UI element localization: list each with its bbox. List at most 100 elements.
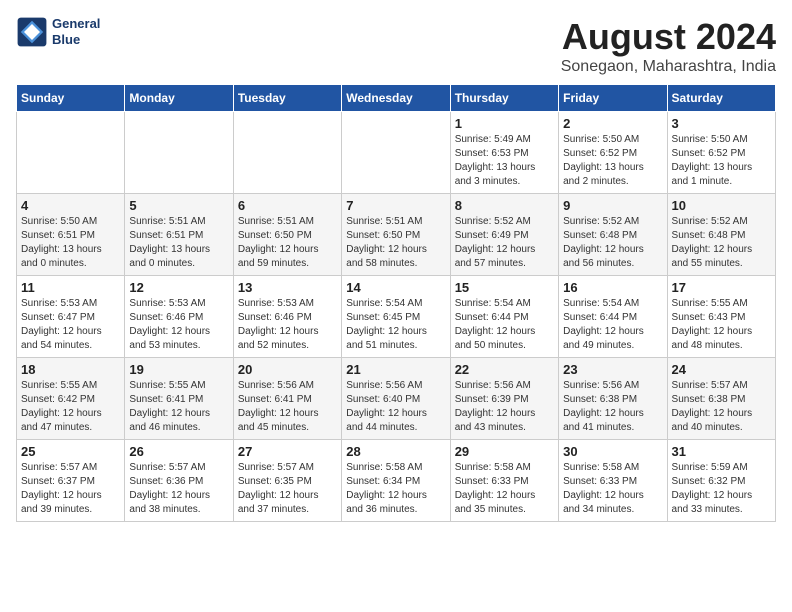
calendar-cell: 26 Sunrise: 5:57 AM Sunset: 6:36 PM Dayli… [125, 440, 233, 522]
calendar-cell: 8 Sunrise: 5:52 AM Sunset: 6:49 PM Daylig… [450, 194, 558, 276]
weekday-header-sunday: Sunday [17, 85, 125, 112]
day-number: 18 [21, 362, 120, 377]
calendar-cell: 10 Sunrise: 5:52 AM Sunset: 6:48 PM Dayli… [667, 194, 775, 276]
day-detail: Sunrise: 5:57 AM Sunset: 6:37 PM Dayligh… [21, 461, 120, 517]
calendar-cell [17, 112, 125, 194]
day-number: 8 [455, 198, 554, 213]
day-detail: Sunrise: 5:54 AM Sunset: 6:44 PM Dayligh… [455, 297, 554, 353]
calendar-cell: 5Sunrise: 5:51 AM Sunset: 6:51 PM Daylig… [125, 194, 233, 276]
day-detail: Sunrise: 5:53 AM Sunset: 6:46 PM Dayligh… [238, 297, 337, 353]
day-detail: Sunrise: 5:51 AM Sunset: 6:50 PM Dayligh… [238, 215, 337, 271]
day-detail: Sunrise: 5:57 AM Sunset: 6:36 PM Dayligh… [129, 461, 228, 517]
calendar-cell: 28 Sunrise: 5:58 AM Sunset: 6:34 PM Dayli… [342, 440, 450, 522]
day-detail: Sunrise: 5:52 AM Sunset: 6:49 PM Dayligh… [455, 215, 554, 271]
calendar-cell: 25 Sunrise: 5:57 AM Sunset: 6:37 PM Dayli… [17, 440, 125, 522]
calendar-cell: 30 Sunrise: 5:58 AM Sunset: 6:33 PM Dayli… [559, 440, 667, 522]
day-number: 12 [129, 280, 228, 295]
calendar-cell: 18 Sunrise: 5:55 AM Sunset: 6:42 PM Dayli… [17, 358, 125, 440]
day-number: 27 [238, 444, 337, 459]
calendar-cell: 7 Sunrise: 5:51 AM Sunset: 6:50 PM Daylig… [342, 194, 450, 276]
weekday-header-wednesday: Wednesday [342, 85, 450, 112]
day-number: 6 [238, 198, 337, 213]
subtitle: Sonegaon, Maharashtra, India [561, 58, 776, 76]
page-header: General Blue August 2024 Sonegaon, Mahar… [16, 16, 776, 76]
day-detail: Sunrise: 5:57 AM Sunset: 6:38 PM Dayligh… [672, 379, 771, 435]
day-detail: Sunrise: 5:50 AM Sunset: 6:52 PM Dayligh… [563, 133, 662, 189]
day-number: 24 [672, 362, 771, 377]
day-detail: Sunrise: 5:56 AM Sunset: 6:38 PM Dayligh… [563, 379, 662, 435]
day-detail: Sunrise: 5:50 AM Sunset: 6:51 PM Dayligh… [21, 215, 120, 271]
day-number: 21 [346, 362, 445, 377]
day-number: 20 [238, 362, 337, 377]
title-area: August 2024 Sonegaon, Maharashtra, India [561, 16, 776, 76]
day-number: 1 [455, 116, 554, 131]
calendar-cell: 23Sunrise: 5:56 AM Sunset: 6:38 PM Dayli… [559, 358, 667, 440]
day-number: 2 [563, 116, 662, 131]
calendar-week-2: 4 Sunrise: 5:50 AM Sunset: 6:51 PM Daylig… [17, 194, 776, 276]
day-number: 10 [672, 198, 771, 213]
day-detail: Sunrise: 5:54 AM Sunset: 6:45 PM Dayligh… [346, 297, 445, 353]
logo-icon [16, 16, 48, 48]
day-number: 16 [563, 280, 662, 295]
calendar-cell: 1 Sunrise: 5:49 AM Sunset: 6:53 PM Daylig… [450, 112, 558, 194]
day-detail: Sunrise: 5:54 AM Sunset: 6:44 PM Dayligh… [563, 297, 662, 353]
main-title: August 2024 [561, 16, 776, 58]
weekday-header-monday: Monday [125, 85, 233, 112]
calendar-cell: 24 Sunrise: 5:57 AM Sunset: 6:38 PM Dayli… [667, 358, 775, 440]
day-number: 17 [672, 280, 771, 295]
day-detail: Sunrise: 5:58 AM Sunset: 6:33 PM Dayligh… [563, 461, 662, 517]
calendar-cell [125, 112, 233, 194]
day-number: 3 [672, 116, 771, 131]
calendar-cell: 15 Sunrise: 5:54 AM Sunset: 6:44 PM Dayli… [450, 276, 558, 358]
day-number: 25 [21, 444, 120, 459]
day-detail: Sunrise: 5:53 AM Sunset: 6:46 PM Dayligh… [129, 297, 228, 353]
calendar-cell: 11 Sunrise: 5:53 AM Sunset: 6:47 PM Dayli… [17, 276, 125, 358]
calendar-cell: 29Sunrise: 5:58 AM Sunset: 6:33 PM Dayli… [450, 440, 558, 522]
day-detail: Sunrise: 5:51 AM Sunset: 6:51 PM Dayligh… [129, 215, 228, 271]
calendar-cell: 12 Sunrise: 5:53 AM Sunset: 6:46 PM Dayli… [125, 276, 233, 358]
day-number: 7 [346, 198, 445, 213]
day-detail: Sunrise: 5:50 AM Sunset: 6:52 PM Dayligh… [672, 133, 771, 189]
calendar-body: 1 Sunrise: 5:49 AM Sunset: 6:53 PM Daylig… [17, 112, 776, 522]
day-number: 15 [455, 280, 554, 295]
day-detail: Sunrise: 5:58 AM Sunset: 6:34 PM Dayligh… [346, 461, 445, 517]
day-number: 28 [346, 444, 445, 459]
day-detail: Sunrise: 5:53 AM Sunset: 6:47 PM Dayligh… [21, 297, 120, 353]
calendar-cell: 27Sunrise: 5:57 AM Sunset: 6:35 PM Dayli… [233, 440, 341, 522]
weekday-header-thursday: Thursday [450, 85, 558, 112]
calendar-cell: 16 Sunrise: 5:54 AM Sunset: 6:44 PM Dayli… [559, 276, 667, 358]
weekday-header-saturday: Saturday [667, 85, 775, 112]
calendar-cell: 13 Sunrise: 5:53 AM Sunset: 6:46 PM Dayli… [233, 276, 341, 358]
day-number: 14 [346, 280, 445, 295]
calendar-cell: 6 Sunrise: 5:51 AM Sunset: 6:50 PM Daylig… [233, 194, 341, 276]
calendar-table: SundayMondayTuesdayWednesdayThursdayFrid… [16, 84, 776, 522]
weekday-header-row: SundayMondayTuesdayWednesdayThursdayFrid… [17, 85, 776, 112]
day-number: 30 [563, 444, 662, 459]
day-detail: Sunrise: 5:55 AM Sunset: 6:41 PM Dayligh… [129, 379, 228, 435]
calendar-header: SundayMondayTuesdayWednesdayThursdayFrid… [17, 85, 776, 112]
logo: General Blue [16, 16, 100, 48]
day-detail: Sunrise: 5:56 AM Sunset: 6:41 PM Dayligh… [238, 379, 337, 435]
calendar-cell: 9Sunrise: 5:52 AM Sunset: 6:48 PM Daylig… [559, 194, 667, 276]
calendar-cell: 22Sunrise: 5:56 AM Sunset: 6:39 PM Dayli… [450, 358, 558, 440]
day-detail: Sunrise: 5:55 AM Sunset: 6:42 PM Dayligh… [21, 379, 120, 435]
day-number: 26 [129, 444, 228, 459]
calendar-cell: 21 Sunrise: 5:56 AM Sunset: 6:40 PM Dayli… [342, 358, 450, 440]
day-detail: Sunrise: 5:52 AM Sunset: 6:48 PM Dayligh… [672, 215, 771, 271]
day-detail: Sunrise: 5:56 AM Sunset: 6:40 PM Dayligh… [346, 379, 445, 435]
calendar-cell: 2 Sunrise: 5:50 AM Sunset: 6:52 PM Daylig… [559, 112, 667, 194]
day-number: 13 [238, 280, 337, 295]
calendar-cell: 20 Sunrise: 5:56 AM Sunset: 6:41 PM Dayli… [233, 358, 341, 440]
day-number: 4 [21, 198, 120, 213]
day-detail: Sunrise: 5:49 AM Sunset: 6:53 PM Dayligh… [455, 133, 554, 189]
day-detail: Sunrise: 5:58 AM Sunset: 6:33 PM Dayligh… [455, 461, 554, 517]
logo-line1: General [52, 16, 100, 32]
day-number: 11 [21, 280, 120, 295]
calendar-week-4: 18 Sunrise: 5:55 AM Sunset: 6:42 PM Dayli… [17, 358, 776, 440]
day-detail: Sunrise: 5:51 AM Sunset: 6:50 PM Dayligh… [346, 215, 445, 271]
day-number: 9 [563, 198, 662, 213]
calendar-cell: 14 Sunrise: 5:54 AM Sunset: 6:45 PM Dayli… [342, 276, 450, 358]
day-number: 22 [455, 362, 554, 377]
calendar-week-1: 1 Sunrise: 5:49 AM Sunset: 6:53 PM Daylig… [17, 112, 776, 194]
calendar-week-5: 25 Sunrise: 5:57 AM Sunset: 6:37 PM Dayli… [17, 440, 776, 522]
